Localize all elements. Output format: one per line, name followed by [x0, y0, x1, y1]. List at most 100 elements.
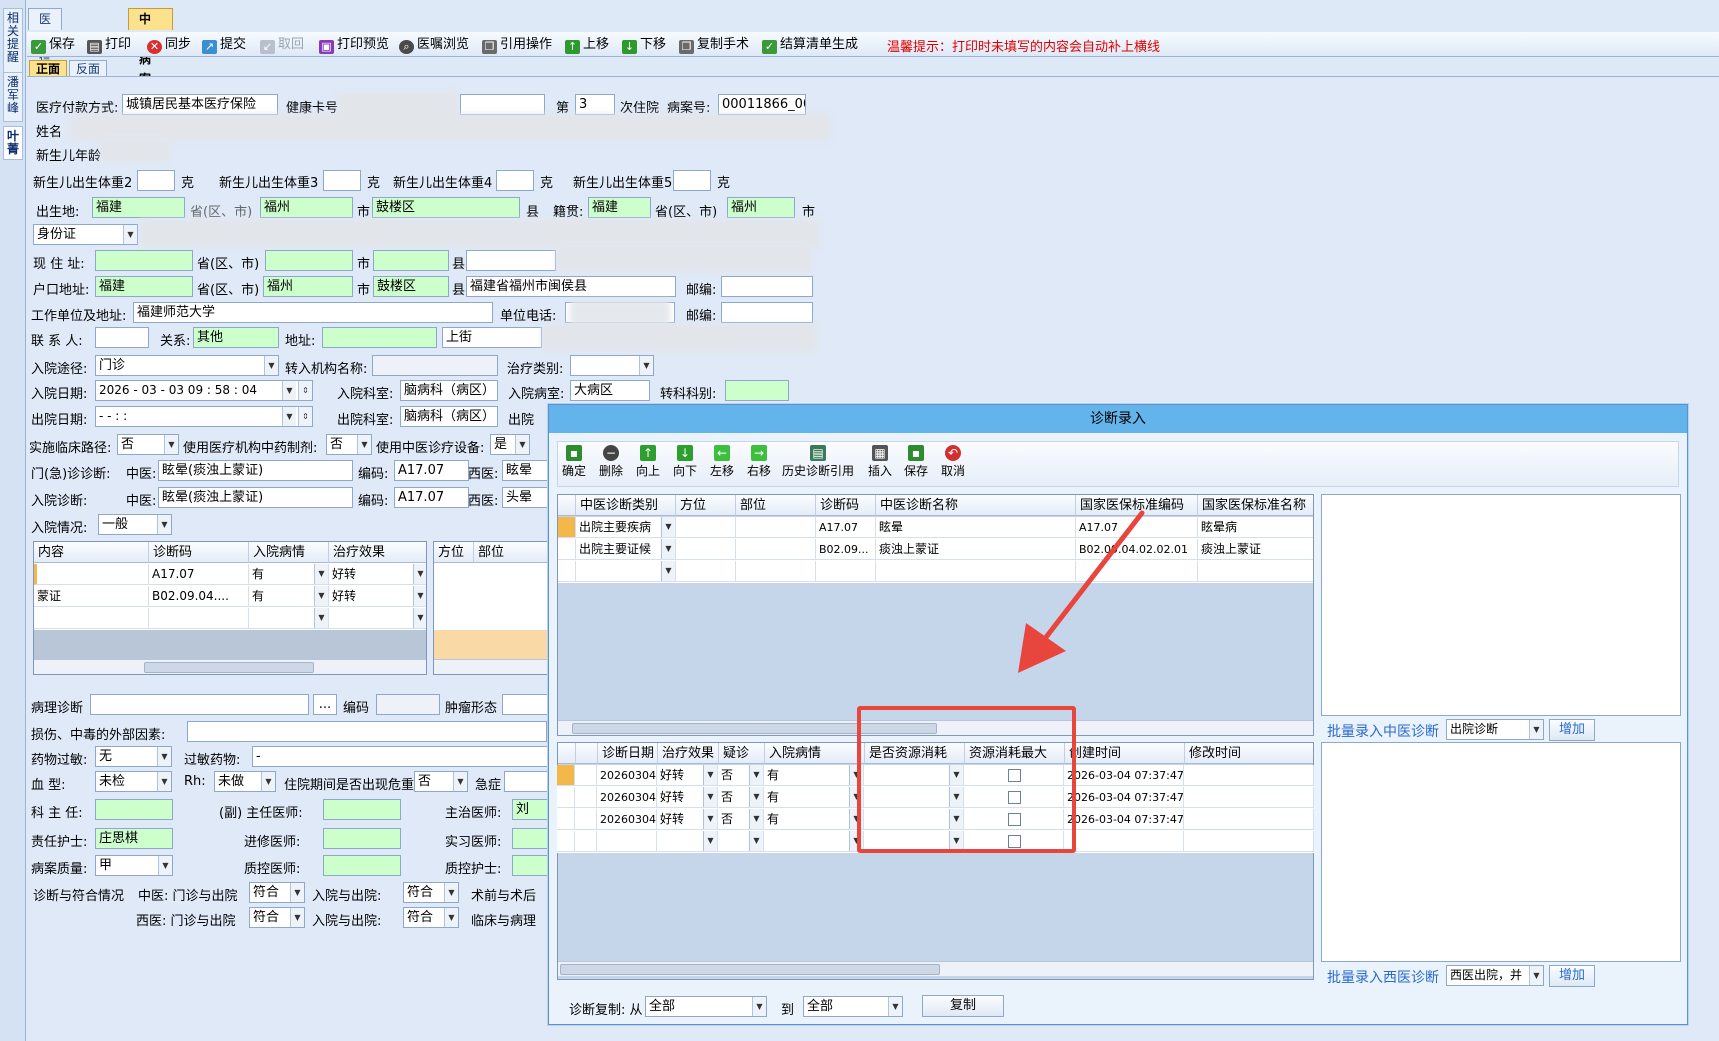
table-cell[interactable]: 有 ▼: [764, 809, 864, 830]
admit-cond-select[interactable]: 一般 ▼: [98, 514, 172, 535]
scroll-thumb[interactable]: [560, 964, 940, 975]
table-cell[interactable]: [1198, 561, 1313, 582]
tab-medical-info-list[interactable]: 医疗信息一览表: [28, 8, 63, 146]
resource-max-checkbox[interactable]: [1008, 769, 1021, 782]
move-down-button[interactable]: ↓ 向下: [673, 445, 697, 478]
case-no-field[interactable]: 00011866_003: [718, 94, 806, 115]
addr-province-field[interactable]: [95, 250, 193, 271]
table-cell[interactable]: 好转 ▼: [657, 809, 718, 830]
table-cell[interactable]: [676, 517, 736, 538]
row-selector[interactable]: [557, 787, 575, 808]
table-cell[interactable]: A17.07: [816, 517, 876, 538]
scroll-thumb[interactable]: [144, 662, 314, 673]
addr-city-field[interactable]: [265, 250, 353, 271]
table-cell[interactable]: ▼: [329, 608, 426, 629]
horizontal-scrollbar[interactable]: [558, 961, 1313, 976]
print-preview-button[interactable]: ▣ 打印预览: [319, 35, 389, 54]
table-cell[interactable]: ▼: [864, 765, 964, 786]
pay-field[interactable]: 城镇居民基本医疗保险: [122, 94, 278, 115]
table-cell[interactable]: 好转 ▼: [657, 787, 718, 808]
drug-allergy-select[interactable]: 无 ▼: [95, 746, 172, 767]
table-cell[interactable]: [1184, 831, 1314, 852]
nb-weight4-field[interactable]: [496, 170, 534, 191]
resource-max-checkbox[interactable]: [1008, 791, 1021, 804]
table-cell[interactable]: [1184, 765, 1314, 786]
match-west-select[interactable]: 符合 ▼: [249, 907, 305, 928]
row-selector[interactable]: [558, 561, 576, 582]
table-cell[interactable]: 好转 ▼: [657, 765, 718, 786]
horizontal-scrollbar[interactable]: [34, 659, 426, 674]
sync-button[interactable]: ✕ 同步: [147, 35, 191, 54]
batch-west-link[interactable]: 批量录入西医诊断: [1327, 967, 1439, 987]
table-cell[interactable]: ▼: [864, 787, 964, 808]
spinner-icon[interactable]: ⇕: [298, 407, 312, 426]
table-cell[interactable]: [736, 539, 816, 560]
history-diagnosis-button[interactable]: ▤ 历史诊断引用: [782, 445, 854, 478]
add-west-button[interactable]: 增加: [1549, 965, 1595, 987]
hukou-zip-field[interactable]: [721, 276, 813, 297]
table-cell[interactable]: 有 ▼: [249, 564, 329, 585]
rh-select[interactable]: 未做 ▼: [214, 771, 276, 792]
table-cell[interactable]: 好转 ▼: [329, 586, 426, 607]
addr-detail-field[interactable]: [466, 250, 556, 271]
discharge-dept-field[interactable]: 脑病科（病区）: [400, 406, 498, 427]
table-cell[interactable]: 2026-03-04 07:37:47: [1064, 809, 1184, 830]
birth-city-field[interactable]: 福州: [260, 197, 353, 218]
horizontal-scrollbar[interactable]: [434, 659, 552, 674]
table-cell[interactable]: 有 ▼: [249, 586, 329, 607]
table-cell[interactable]: 有 ▼: [764, 765, 864, 786]
batch-west-select[interactable]: 西医出院，并 ▼: [1446, 965, 1544, 986]
table-cell[interactable]: ▼: [576, 561, 676, 582]
attending-field[interactable]: 刘: [512, 799, 548, 820]
batch-tcm-select[interactable]: 出院诊断 ▼: [1446, 719, 1544, 740]
table-cell[interactable]: 否 ▼: [718, 809, 764, 830]
table-cell[interactable]: [597, 831, 657, 852]
table-cell[interactable]: 出院主要证候 ▼: [576, 539, 676, 560]
submit-button[interactable]: ↗ 提交: [202, 35, 246, 54]
resource-max-checkbox[interactable]: [1008, 835, 1021, 848]
transfer-field[interactable]: [372, 355, 498, 376]
horizontal-scrollbar[interactable]: [558, 720, 1313, 735]
table-cell[interactable]: 20260304: [597, 809, 657, 830]
table-cell[interactable]: ▼: [657, 831, 718, 852]
herbal-select[interactable]: 否 ▼: [326, 434, 372, 455]
table-cell[interactable]: [736, 561, 816, 582]
nb-weight2-field[interactable]: [137, 170, 175, 191]
table-cell[interactable]: [676, 539, 736, 560]
admit-ward-field[interactable]: 大病区: [570, 380, 650, 401]
er-tcm-field[interactable]: 眩晕(痰浊上蒙证): [158, 460, 353, 481]
er-code-field[interactable]: A17.07: [394, 460, 469, 481]
admit-code-field[interactable]: A17.07: [394, 487, 469, 508]
table-cell[interactable]: [34, 564, 149, 585]
injury-field[interactable]: [187, 721, 547, 742]
relation-field[interactable]: 其他: [193, 327, 279, 348]
match-tcm-select[interactable]: 符合 ▼: [249, 882, 305, 903]
table-cell[interactable]: 2026-03-04 07:37:47: [1064, 787, 1184, 808]
quality-select[interactable]: 甲 ▼: [95, 855, 173, 876]
table-cell[interactable]: 好转 ▼: [329, 564, 426, 585]
transfer-dept-field[interactable]: [725, 380, 789, 401]
table-cell[interactable]: [964, 787, 1064, 808]
native-province-field[interactable]: 福建: [588, 197, 651, 218]
add-tcm-button[interactable]: 增加: [1549, 719, 1595, 741]
copy-button[interactable]: 复制: [922, 995, 1004, 1017]
contact-field[interactable]: [95, 327, 149, 348]
admit-times-field[interactable]: 3: [575, 94, 615, 115]
birth-province-field[interactable]: 福建: [92, 197, 185, 218]
table-cell[interactable]: ▼: [864, 809, 964, 830]
pathology-browse-button[interactable]: ...: [313, 694, 337, 715]
table-cell[interactable]: 否 ▼: [718, 765, 764, 786]
qc-doctor-field[interactable]: [323, 855, 401, 876]
admit-dept-field[interactable]: 脑病科（病区）: [400, 380, 498, 401]
admit-tcm-field[interactable]: 眩晕(痰浊上蒙证): [158, 487, 353, 508]
copy-to-select[interactable]: 全部 ▼: [803, 996, 903, 1017]
table-cell[interactable]: 痰浊上蒙证: [1198, 539, 1313, 560]
row-selector[interactable]: [557, 831, 575, 852]
table-cell[interactable]: 20260304: [597, 787, 657, 808]
table-cell[interactable]: ▼: [718, 831, 764, 852]
save-button[interactable]: ✓ 保存: [31, 35, 75, 54]
nb-weight5-field[interactable]: [673, 170, 711, 191]
row-selector[interactable]: [558, 517, 576, 538]
confirm-button[interactable]: ▪ 确定: [562, 445, 586, 478]
pathway-select[interactable]: 否 ▼: [117, 434, 179, 455]
